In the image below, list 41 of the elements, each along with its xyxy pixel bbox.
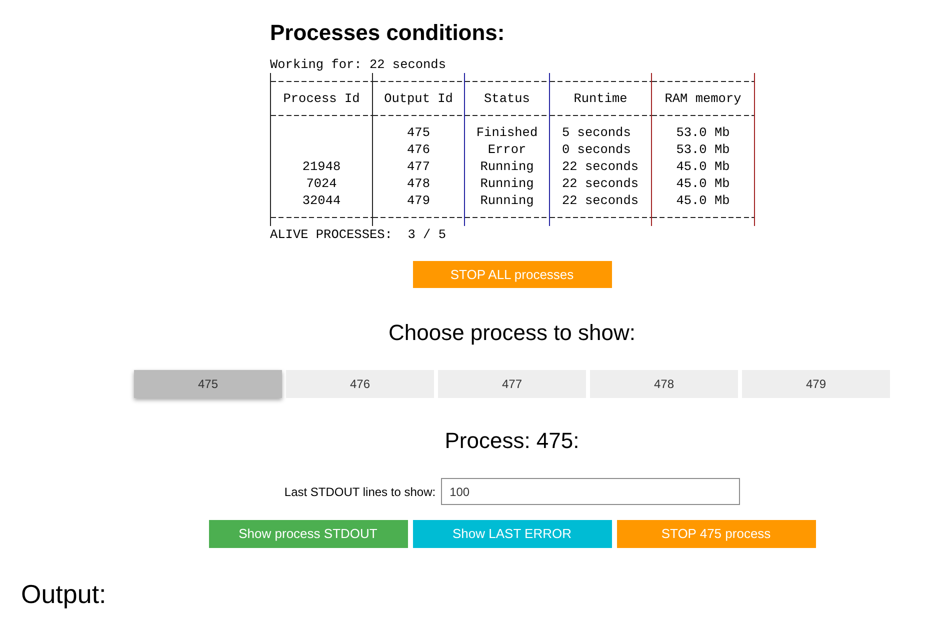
table-cell: Running [464,192,550,209]
process-tab[interactable]: 475 [134,370,282,398]
choose-process-heading: Choose process to show: [387,320,637,346]
process-tab[interactable]: 479 [742,370,890,398]
table-cell: 0 seconds [550,141,652,158]
section-title: Processes conditions: [270,20,506,46]
table-cell: 7024 [270,175,372,192]
column-header: Output Id [372,90,464,107]
table-cell: 45.0 Mb [652,158,754,175]
table-cell: Finished [464,124,550,141]
alive-processes-text: ALIVE PROCESSES: 3 / 5 [270,226,447,243]
table-cell: 22 seconds [550,192,652,209]
table-cell: Running [464,175,550,192]
table-cell: Running [464,158,550,175]
process-heading: Process: 475: [444,428,580,454]
column-header: Process Id [270,90,372,107]
table-cell: 32044 [270,192,372,209]
process-tab[interactable]: 477 [438,370,586,398]
working-time-text: Working for: 22 seconds [270,56,447,73]
column-header: RAM memory [652,90,754,107]
table-cell: Error [464,141,550,158]
table-cell: 45.0 Mb [652,192,754,209]
column-header: Runtime [550,90,652,107]
table-cell: 45.0 Mb [652,175,754,192]
output-heading: Output: [20,579,108,609]
table-cell: 475 [372,124,464,141]
table-cell: 479 [372,192,464,209]
table-cell: 53.0 Mb [652,124,754,141]
table-cell: 22 seconds [550,158,652,175]
table-cell: 22 seconds [550,175,652,192]
stdout-lines-field[interactable]: 100 [440,478,740,505]
table-cell: 21948 [270,158,372,175]
process-tab[interactable]: 478 [590,370,738,398]
table-cell: 476 [372,141,464,158]
table-cell: 478 [372,175,464,192]
table-cell: 477 [372,158,464,175]
process-tab[interactable]: 476 [286,370,434,398]
column-header: Status [464,90,550,107]
table-cell: 53.0 Mb [652,141,754,158]
stdout-lines-label: Last STDOUT lines to show: [284,484,436,500]
table-cell: 5 seconds [550,124,652,141]
